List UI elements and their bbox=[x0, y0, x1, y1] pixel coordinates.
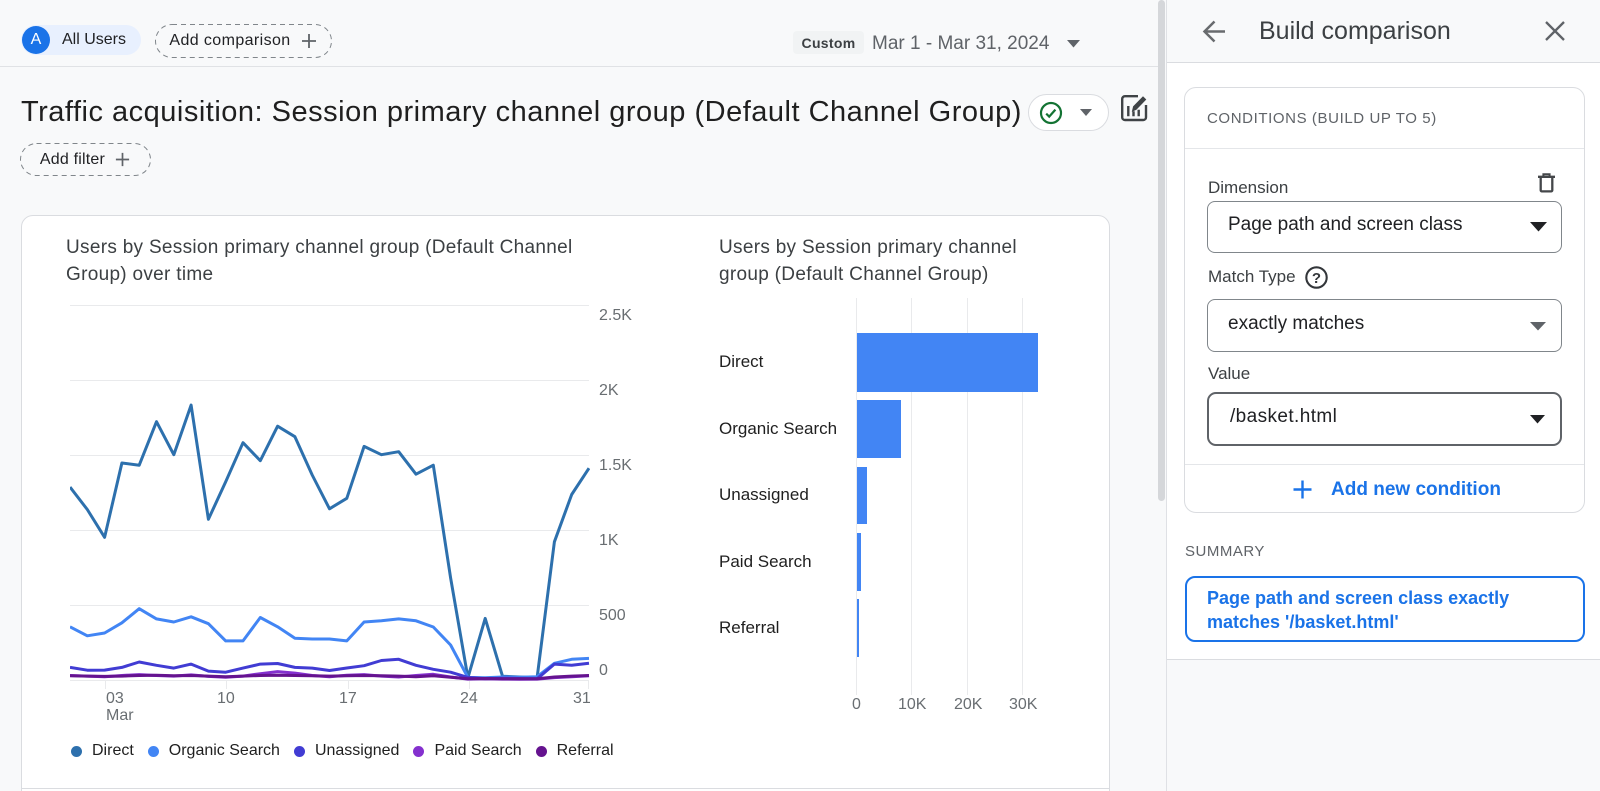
svg-text:?: ? bbox=[1312, 270, 1321, 287]
